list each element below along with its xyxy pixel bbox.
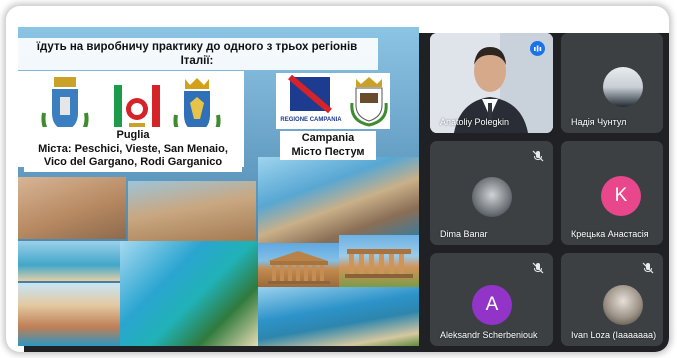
participant-name: Ivan Loza (Iaaaaaaa) [571,330,657,340]
participant-name: Aleksandr Scherbeniouk [440,330,538,340]
shared-presentation: їдуть на виробничу практику до одного з … [18,27,419,346]
beach-photo [18,241,120,281]
speaking-indicator-icon [530,41,545,56]
participant-name: Крецька Анастасія [571,229,649,239]
mic-off-icon [642,262,654,274]
avatar [472,177,512,217]
participant-tile-ivan-loza[interactable]: Ivan Loza (Iaaaaaaa) [561,253,663,346]
amalfi-coast-photo [258,157,419,243]
campania-label: Campania Місто Пестум [280,131,376,160]
campania-logo-text: REGIONE CAMPANIA [280,117,342,123]
slide-title: їдуть на виробничу практику до одного з … [18,38,378,70]
paestum-temple-photo [258,243,339,287]
avatar-letter: K [614,185,628,206]
participant-name: Надія Чунтул [571,117,627,127]
participant-tile-anatoliy-polegkin[interactable]: Anatoliy Polegkin [430,33,553,133]
participant-name: Anatoliy Polegkin [440,117,510,127]
bay-photo [258,287,419,346]
puglia-region-name: Puglia [116,129,150,141]
campania-city: Місто Пестум [291,145,365,158]
cliff-photo [18,283,120,346]
puglia-label: Puglia Міста: Peschici, Vieste, San Mena… [24,127,242,172]
slide-title-line2: Італії: [180,55,214,67]
lagoon-photo [120,241,258,346]
campania-logos: REGIONE CAMPANIA [276,73,390,129]
paestum-coat-of-arms-icon [350,77,388,127]
town-photo [18,177,126,239]
avatar [603,67,643,107]
mic-off-icon [532,262,544,274]
avatar: K [601,176,641,216]
campania-region-logo-icon [288,75,332,114]
participant-tile-aleksandr-scherbeniouk[interactable]: A Aleksandr Scherbeniouk [430,253,553,346]
puglia-cities-line1: Міста: Peschici, Vieste, San Menaio, [38,142,228,155]
avatar: A [472,285,512,325]
temple-photo [339,235,419,287]
participant-tile-nadiia-chuntul[interactable]: Надія Чунтул [561,33,663,133]
slide-title-line1: їдуть на виробничу практику до одного з … [36,41,358,53]
avatar [603,285,643,325]
participant-tile-dima-banar[interactable]: Dima Banar [430,141,553,245]
campania-region-name: Campania [301,132,355,144]
participant-name: Dima Banar [440,229,488,239]
mic-off-icon [532,150,544,162]
participant-tile-kretska-anastasiia[interactable]: K Крецька Анастасія [561,141,663,245]
avatar-letter: A [485,294,499,315]
puglia-cities-line2: Vico del Gargano, Rodi Garganico [43,156,223,168]
coastal-town-photo [128,181,256,243]
